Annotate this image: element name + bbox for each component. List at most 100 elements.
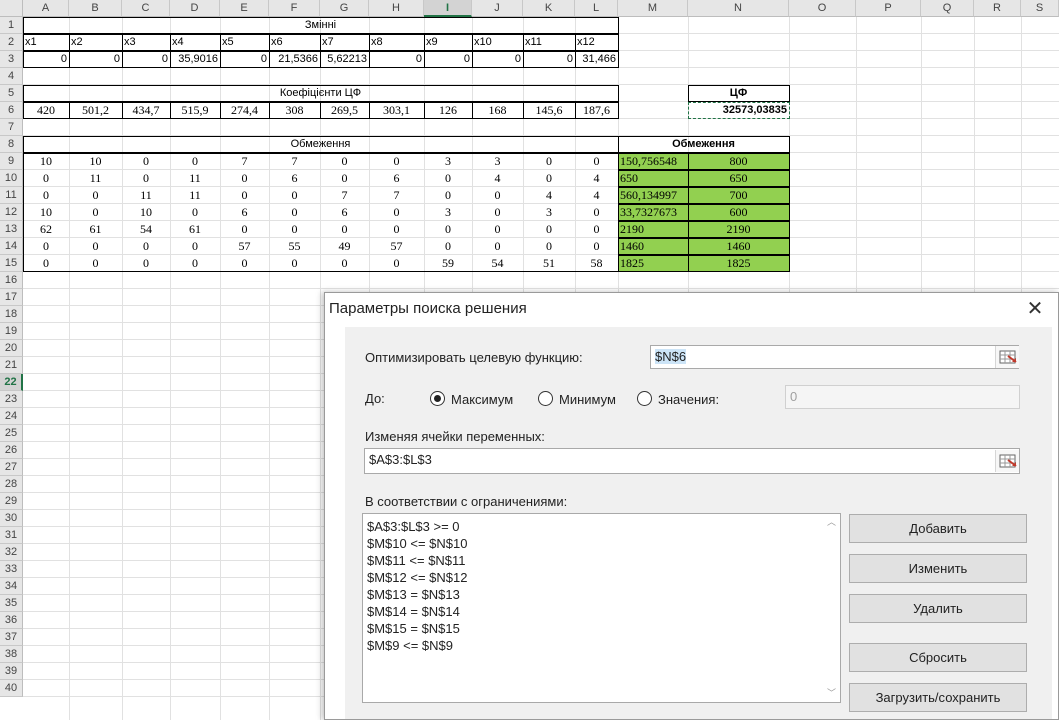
row-header-34[interactable]: 34 (0, 578, 23, 595)
column-header-i[interactable]: I (424, 0, 472, 17)
constraint-coef-cell[interactable]: 0 (575, 153, 618, 169)
constraint-coef-cell[interactable]: 0 (220, 187, 269, 203)
constraint-coef-cell[interactable]: 0 (523, 221, 575, 237)
constraint-coef-cell[interactable]: 54 (472, 255, 523, 271)
row-header-9[interactable]: 9 (0, 153, 23, 170)
constraint-coef-cell[interactable]: 11 (122, 187, 170, 203)
constraint-coef-cell[interactable]: 0 (575, 221, 618, 237)
constraint-lhs-cell[interactable]: 33,7327673 (618, 204, 688, 220)
select-all-corner[interactable] (0, 0, 23, 17)
constraint-coef-cell[interactable]: 0 (472, 187, 523, 203)
row-header-36[interactable]: 36 (0, 612, 23, 629)
radio-minimum-label[interactable]: Минимум (559, 392, 616, 407)
constraint-coef-cell[interactable]: 0 (170, 153, 220, 169)
coefficient-cell[interactable]: 187,6 (575, 102, 618, 118)
row-header-4[interactable]: 4 (0, 68, 23, 85)
value-of-field[interactable]: 0 (785, 385, 1020, 409)
variable-value-cell[interactable]: 0 (523, 51, 575, 67)
constraint-coef-cell[interactable]: 3 (424, 204, 472, 220)
row-header-37[interactable]: 37 (0, 629, 23, 646)
constraint-lhs-cell[interactable]: 560,134997 (618, 187, 688, 203)
constraint-coef-cell[interactable]: 3 (523, 204, 575, 220)
radio-value-of[interactable] (637, 391, 652, 406)
variable-name-cell[interactable]: x10 (472, 34, 523, 50)
row-header-8[interactable]: 8 (0, 136, 23, 153)
row-header-22[interactable]: 22 (0, 374, 23, 391)
row-header-14[interactable]: 14 (0, 238, 23, 255)
constraint-coef-cell[interactable]: 62 (23, 221, 69, 237)
coefficient-cell[interactable]: 145,6 (523, 102, 575, 118)
row-header-17[interactable]: 17 (0, 289, 23, 306)
variable-name-cell[interactable]: x4 (170, 34, 220, 50)
constraint-coef-cell[interactable]: 10 (69, 153, 122, 169)
constraint-coef-cell[interactable]: 4 (575, 170, 618, 186)
constraint-rhs-cell[interactable]: 650 (688, 170, 789, 186)
constraint-coef-cell[interactable]: 11 (170, 170, 220, 186)
row-header-26[interactable]: 26 (0, 442, 23, 459)
coefficient-cell[interactable]: 274,4 (220, 102, 269, 118)
constraint-coef-cell[interactable]: 0 (320, 221, 369, 237)
column-header-f[interactable]: F (269, 0, 320, 17)
variable-value-cell[interactable]: 0 (220, 51, 269, 67)
variable-value-cell[interactable]: 31,466 (575, 51, 618, 67)
constraint-coef-cell[interactable]: 3 (472, 153, 523, 169)
row-header-12[interactable]: 12 (0, 204, 23, 221)
column-header-j[interactable]: J (472, 0, 523, 17)
row-header-38[interactable]: 38 (0, 646, 23, 663)
variable-name-cell[interactable]: x12 (575, 34, 618, 50)
constraint-coef-cell[interactable]: 0 (424, 238, 472, 254)
constraint-coef-cell[interactable]: 55 (269, 238, 320, 254)
constraint-coef-cell[interactable]: 0 (523, 170, 575, 186)
coefficient-cell[interactable]: 308 (269, 102, 320, 118)
constraint-coef-cell[interactable]: 49 (320, 238, 369, 254)
column-header-b[interactable]: B (69, 0, 122, 17)
constraint-coef-cell[interactable]: 0 (23, 238, 69, 254)
column-header-o[interactable]: O (789, 0, 856, 17)
variable-value-cell[interactable]: 0 (23, 51, 69, 67)
constraint-coef-cell[interactable]: 4 (575, 187, 618, 203)
variable-name-cell[interactable]: x6 (269, 34, 320, 50)
row-header-32[interactable]: 32 (0, 544, 23, 561)
constraint-coef-cell[interactable]: 54 (122, 221, 170, 237)
coefficients-title[interactable]: Коефіцієнти ЦФ (23, 85, 618, 101)
objective-title-cell[interactable]: ЦФ (688, 85, 789, 101)
variable-value-cell[interactable]: 35,9016 (170, 51, 220, 67)
row-header-31[interactable]: 31 (0, 527, 23, 544)
constraint-lhs-cell[interactable]: 1825 (618, 255, 688, 271)
row-header-33[interactable]: 33 (0, 561, 23, 578)
constraint-lhs-cell[interactable]: 150,756548 (618, 153, 688, 169)
constraint-rhs-cell[interactable]: 1460 (688, 238, 789, 254)
variable-name-cell[interactable]: x9 (424, 34, 472, 50)
column-header-h[interactable]: H (369, 0, 424, 17)
coefficient-cell[interactable]: 168 (472, 102, 523, 118)
constraint-coef-cell[interactable]: 10 (122, 204, 170, 220)
constraint-coef-cell[interactable]: 0 (69, 204, 122, 220)
constraint-coef-cell[interactable]: 0 (472, 238, 523, 254)
column-header-e[interactable]: E (220, 0, 269, 17)
constraint-coef-cell[interactable]: 61 (69, 221, 122, 237)
row-header-15[interactable]: 15 (0, 255, 23, 272)
constraint-coef-cell[interactable]: 0 (523, 238, 575, 254)
constraint-coef-cell[interactable]: 0 (523, 153, 575, 169)
row-header-11[interactable]: 11 (0, 187, 23, 204)
constraint-lhs-cell[interactable]: 2190 (618, 221, 688, 237)
constraints-title[interactable]: Обмеження (23, 136, 618, 152)
column-header-a[interactable]: A (23, 0, 69, 17)
variable-name-cell[interactable]: x2 (69, 34, 122, 50)
constraint-coef-cell[interactable]: 0 (69, 238, 122, 254)
constraint-coef-cell[interactable]: 51 (523, 255, 575, 271)
constraint-coef-cell[interactable]: 0 (424, 170, 472, 186)
constraint-list-item[interactable]: $M$13 = $N$13 (367, 587, 460, 602)
constraint-coef-cell[interactable]: 0 (369, 153, 424, 169)
coefficient-cell[interactable]: 515,9 (170, 102, 220, 118)
constraint-coef-cell[interactable]: 0 (269, 221, 320, 237)
row-header-29[interactable]: 29 (0, 493, 23, 510)
column-header-g[interactable]: G (320, 0, 369, 17)
row-header-20[interactable]: 20 (0, 340, 23, 357)
scroll-down-icon[interactable]: ﹀ (823, 685, 840, 702)
constraint-list-item[interactable]: $A$3:$L$3 >= 0 (367, 519, 460, 534)
row-header-19[interactable]: 19 (0, 323, 23, 340)
column-header-m[interactable]: M (618, 0, 688, 17)
row-header-1[interactable]: 1 (0, 17, 23, 34)
coefficient-cell[interactable]: 420 (23, 102, 69, 118)
